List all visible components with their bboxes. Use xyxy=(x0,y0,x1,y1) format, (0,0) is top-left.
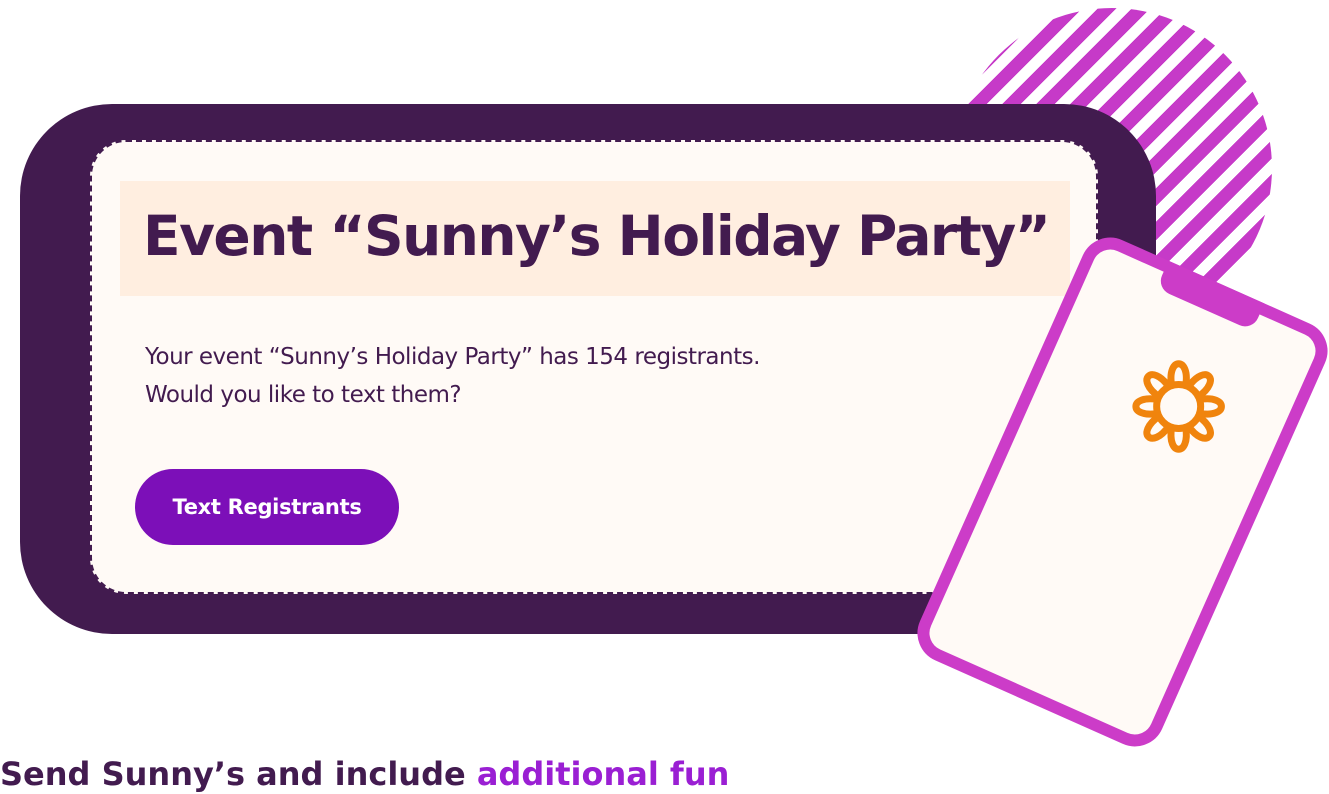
footer-heading: Send Sunny’s and include additional fun xyxy=(0,754,729,794)
sun-logo-icon xyxy=(1132,360,1225,453)
event-title: Event “Sunny’s Holiday Party” xyxy=(143,204,1051,268)
event-message-line-1: Your event “Sunny’s Holiday Party” has 1… xyxy=(145,344,760,370)
footer-accent-text: additional fun xyxy=(476,755,730,793)
event-message: Your event “Sunny’s Holiday Party” has 1… xyxy=(145,338,925,414)
event-message-line-2: Would you like to text them? xyxy=(145,382,462,408)
text-registrants-button[interactable]: Text Registrants xyxy=(135,469,399,545)
footer-text: Send Sunny’s and include xyxy=(0,755,477,793)
